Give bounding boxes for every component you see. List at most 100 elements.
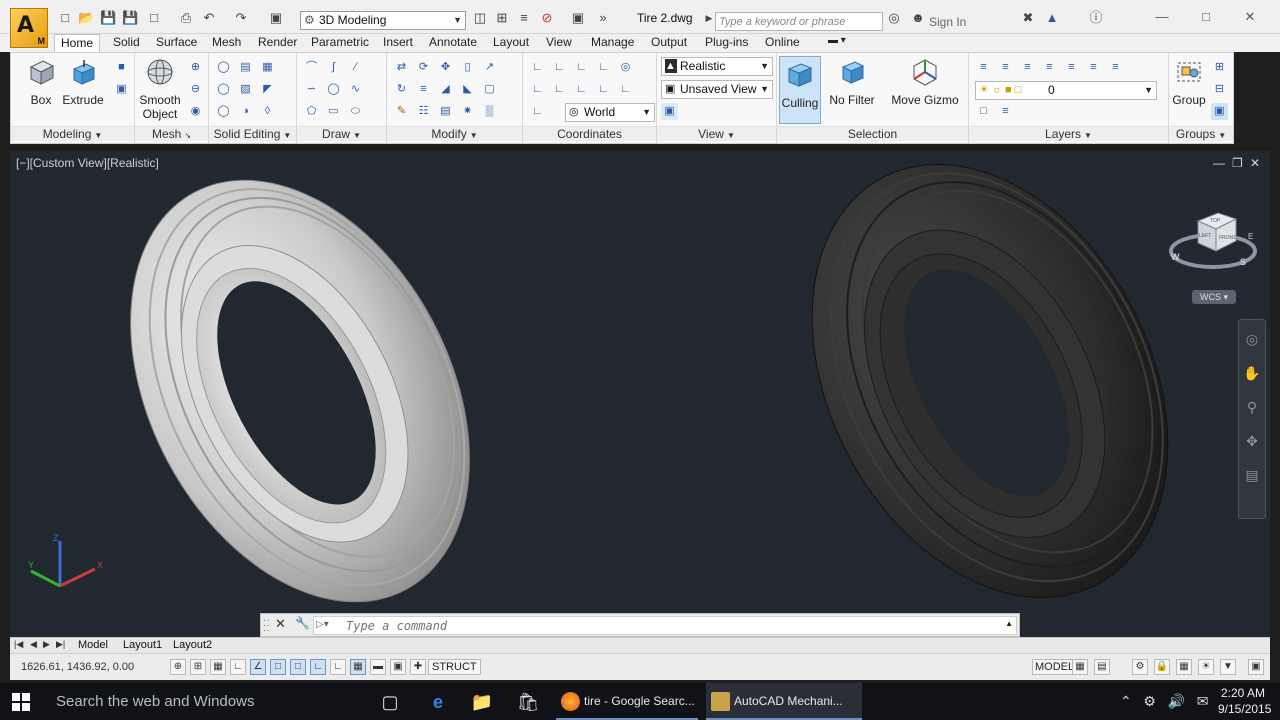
minimize-button[interactable]: — bbox=[1150, 9, 1174, 24]
lock-ui-icon[interactable]: 🔒 bbox=[1154, 659, 1170, 675]
new-file-icon[interactable]: □ bbox=[57, 11, 73, 25]
quick-view-drawings-icon[interactable]: ▤ bbox=[1094, 659, 1110, 675]
extract-edges-icon[interactable]: ▤ bbox=[237, 59, 254, 76]
layer-dropdown[interactable]: ☀ ☼ ■ □ 0 ▼ bbox=[975, 81, 1157, 100]
next-layout-icon[interactable]: ▶ bbox=[43, 639, 50, 650]
compass-east-label[interactable]: E bbox=[1248, 232, 1253, 241]
binoculars-icon[interactable]: ◎ bbox=[886, 11, 902, 25]
application-menu-button[interactable]: AM bbox=[10, 8, 48, 48]
named-view-dropdown[interactable]: ▣ Unsaved View ▼ bbox=[661, 80, 773, 99]
tab-layout[interactable]: Layout bbox=[493, 35, 529, 49]
model-space-toggle[interactable]: MODEL bbox=[1032, 659, 1078, 675]
orbit-icon[interactable]: ✥ bbox=[1240, 426, 1264, 456]
ucs-3point-icon[interactable]: ∟ bbox=[573, 59, 590, 76]
customize-icon[interactable]: 🔧 bbox=[295, 616, 310, 630]
tab-online[interactable]: Online bbox=[765, 35, 800, 49]
arc-icon[interactable]: ⌒ bbox=[303, 59, 320, 76]
spline-icon[interactable]: ∽ bbox=[303, 81, 320, 98]
shell-icon[interactable]: ◑ bbox=[237, 103, 254, 120]
polysolid-icon[interactable]: ▣ bbox=[113, 81, 130, 98]
pan-icon[interactable]: ✋ bbox=[1240, 358, 1264, 388]
quick-properties-icon[interactable]: ✚ bbox=[410, 659, 426, 675]
wcs-menu[interactable]: WCS ▾ bbox=[1192, 290, 1236, 304]
layer-icon[interactable]: ≡ bbox=[516, 11, 532, 25]
isolate-objects-icon[interactable]: ☀ bbox=[1198, 659, 1214, 675]
properties-icon[interactable]: ◫ bbox=[472, 11, 488, 25]
dynamic-input-icon[interactable]: ▦ bbox=[350, 659, 366, 675]
layer-state-icon[interactable]: ≡ bbox=[997, 59, 1014, 76]
lineweight-icon[interactable]: ▬ bbox=[370, 659, 386, 675]
rotate-icon[interactable]: ↻ bbox=[393, 81, 410, 98]
workspace-dropdown[interactable]: ⚙ 3D Modeling ▼ bbox=[300, 11, 466, 30]
group-button[interactable]: Group bbox=[1171, 57, 1207, 107]
polyline-icon[interactable]: ∫ bbox=[325, 59, 342, 76]
layer-properties-icon[interactable]: ≡ bbox=[975, 59, 992, 76]
cursor-coordinates[interactable]: 1626.61, 1436.92, 0.00 bbox=[21, 661, 134, 673]
first-layout-icon[interactable]: |◀ bbox=[14, 639, 23, 650]
rectangle-icon[interactable]: ▭ bbox=[325, 103, 342, 120]
panel-coordinates-label[interactable]: Coordinates bbox=[523, 126, 656, 141]
tab-solid[interactable]: Solid bbox=[113, 35, 140, 49]
copy-icon[interactable]: ▯ bbox=[459, 59, 476, 76]
edge-browser-icon[interactable]: e bbox=[426, 690, 450, 714]
more-commands-icon[interactable]: » bbox=[595, 11, 611, 25]
polygon-icon[interactable]: ⬠ bbox=[303, 103, 320, 120]
tab-manage[interactable]: Manage bbox=[591, 35, 634, 49]
no-filter-button[interactable]: No Filter bbox=[827, 57, 877, 107]
tab-parametric[interactable]: Parametric bbox=[311, 35, 369, 49]
keyword-search-input[interactable] bbox=[715, 12, 883, 31]
clean-screen-icon[interactable]: ▣ bbox=[1248, 659, 1264, 675]
ucs-world-dropdown[interactable]: ◎ World ▼ bbox=[565, 103, 655, 122]
hardware-acceleration-icon[interactable]: ▦ bbox=[1176, 659, 1192, 675]
box-button[interactable]: Box bbox=[19, 57, 63, 107]
line-icon[interactable]: ∕ bbox=[347, 59, 364, 76]
save-icon[interactable]: 💾 bbox=[100, 11, 116, 25]
compass-west-label[interactable]: W bbox=[1171, 252, 1180, 262]
layout-tab-layout2[interactable]: Layout2 bbox=[173, 639, 212, 651]
workspace-switching-icon[interactable]: ⚙ bbox=[1132, 659, 1148, 675]
command-line-grip[interactable]: ·· ·· ·· bbox=[263, 616, 271, 636]
3d-rotate-icon[interactable]: ⟳ bbox=[415, 59, 432, 76]
ucs-origin-icon[interactable]: ∟ bbox=[551, 59, 568, 76]
stretch-icon[interactable]: ↗ bbox=[481, 59, 498, 76]
tab-output[interactable]: Output bbox=[651, 35, 687, 49]
layer-match-icon[interactable]: ≡ bbox=[1085, 59, 1102, 76]
plot-preview-icon[interactable]: ▣ bbox=[268, 11, 284, 25]
layout-tab-model[interactable]: Model bbox=[78, 639, 108, 651]
command-history-icon[interactable]: ▲ bbox=[1005, 619, 1013, 628]
layout-tab-layout1[interactable]: Layout1 bbox=[123, 639, 162, 651]
ungroup-icon[interactable]: ⊞ bbox=[1211, 59, 1228, 76]
close-icon[interactable]: ✕ bbox=[275, 616, 286, 632]
tire-white-model[interactable] bbox=[62, 151, 538, 637]
last-layout-icon[interactable]: ▶| bbox=[56, 639, 65, 650]
intersect-icon[interactable]: ◯ bbox=[215, 103, 232, 120]
circle-icon[interactable]: ◯ bbox=[325, 81, 342, 98]
tab-annotate[interactable]: Annotate bbox=[429, 35, 477, 49]
extrude-faces-icon[interactable]: ▦ bbox=[259, 59, 276, 76]
taskbar-item-firefox[interactable]: tire - Google Searc... bbox=[556, 683, 698, 720]
drawing-viewport[interactable]: [−][Custom View][Realistic] — ❐ ✕ TOP LE… bbox=[10, 151, 1270, 637]
plot-icon[interactable]: □ bbox=[146, 11, 162, 25]
compass-south-label[interactable]: S bbox=[1240, 257, 1246, 267]
refine-mesh-icon[interactable]: ◉ bbox=[187, 103, 204, 120]
extrude-button[interactable]: Extrude bbox=[61, 57, 105, 107]
layer-unisolate-icon[interactable]: ≡ bbox=[1107, 59, 1124, 76]
clock-time[interactable]: 2:20 AM bbox=[1221, 686, 1265, 700]
network-icon[interactable]: ⚙ bbox=[1143, 693, 1156, 709]
fillet-icon[interactable]: ◣ bbox=[459, 81, 476, 98]
command-prompt-icon[interactable]: ▷▾ bbox=[316, 619, 329, 630]
show-hidden-icons-icon[interactable]: ⌃ bbox=[1120, 693, 1132, 709]
ucs-icon[interactable]: ∟ bbox=[529, 59, 546, 76]
mesh-smooth-more-icon[interactable]: ⊕ bbox=[187, 59, 204, 76]
quick-view-layouts-icon[interactable]: ▦ bbox=[1072, 659, 1088, 675]
help-icon[interactable]: ⓘ bbox=[1088, 11, 1104, 25]
ucs-z-icon[interactable]: ∟ bbox=[595, 59, 612, 76]
maximize-button[interactable]: □ bbox=[1194, 9, 1218, 24]
zoom-icon[interactable]: ⚲ bbox=[1240, 392, 1264, 422]
print-icon[interactable]: ⎙ bbox=[178, 11, 194, 25]
ucs-object-icon[interactable]: ◎ bbox=[617, 59, 634, 76]
save-as-icon[interactable]: 💾 bbox=[122, 11, 138, 25]
autodesk-a360-icon[interactable]: ▲ bbox=[1044, 11, 1060, 25]
slice-icon[interactable]: ◊ bbox=[259, 103, 276, 120]
explode-icon[interactable]: ✷ bbox=[459, 103, 476, 120]
